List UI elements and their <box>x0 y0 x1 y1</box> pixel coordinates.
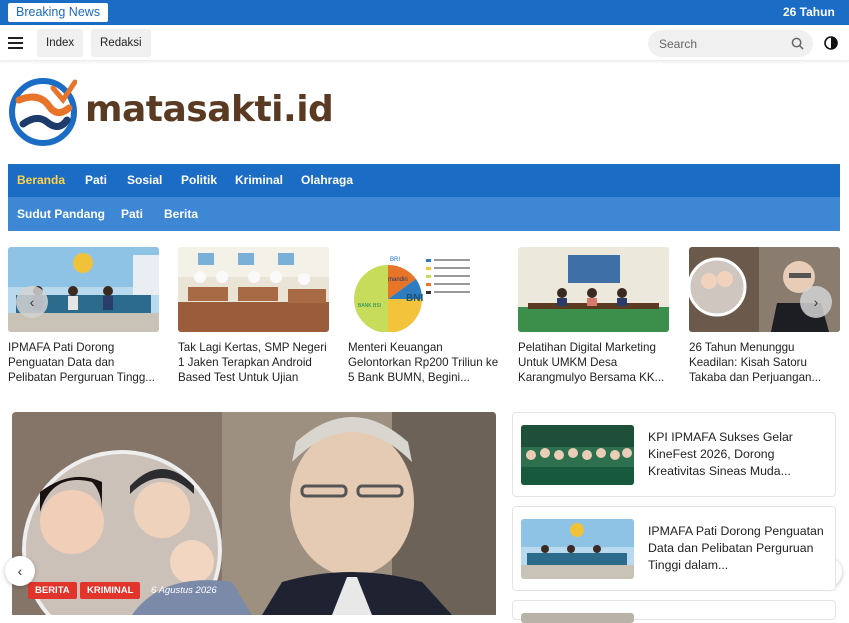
nav-item-pati[interactable]: Pati <box>85 164 107 197</box>
article-title[interactable]: Menteri Keuangan Gelontorkan Rp200 Trili… <box>348 340 499 385</box>
carousel-next-button[interactable]: › <box>800 286 832 318</box>
subnav-item-pati[interactable]: Pati <box>121 197 143 231</box>
pie-label-bsi: BANK BSI <box>358 303 382 309</box>
breaking-news-label: Breaking News <box>8 3 109 22</box>
article-thumbnail[interactable]: BNI BRI mandiri BANK BSI <box>348 247 499 332</box>
hero-prev-button[interactable]: ‹ <box>5 556 35 586</box>
article-title[interactable]: Tak Lagi Kertas, SMP Negeri 1 Jaken Tera… <box>178 340 329 385</box>
carousel-card[interactable]: BNI BRI mandiri BANK BSI Menteri Keuanga… <box>348 247 499 385</box>
nav-item-olahraga[interactable]: Olahraga <box>301 164 353 197</box>
nav-item-kriminal[interactable]: Kriminal <box>235 164 283 197</box>
carousel-prev-button[interactable]: ‹ <box>16 286 48 318</box>
article-title[interactable]: IPMAFA Pati Dorong Penguatan Data dan Pe… <box>648 523 830 575</box>
main-navigation: Beranda Pati Sosial Politik Kriminal Ola… <box>8 164 840 197</box>
breaking-news-ticker[interactable]: 26 Tahun <box>783 0 841 25</box>
article-thumbnail[interactable] <box>178 247 329 332</box>
article-title[interactable]: KPI IPMAFA Sukses Gelar KineFest 2026, D… <box>648 429 830 481</box>
search-icon[interactable] <box>791 37 804 50</box>
search-input[interactable] <box>659 30 779 57</box>
article-title[interactable]: IPMAFA Pati Dorong Penguatan Data dan Pe… <box>8 340 159 385</box>
article-thumbnail[interactable] <box>521 425 634 485</box>
article-thumbnail[interactable] <box>521 519 634 579</box>
article-title[interactable]: Pelatihan Digital Marketing Untuk UMKM D… <box>518 340 669 385</box>
nav-link-index[interactable]: Index <box>37 29 84 57</box>
brand-name: matasakti.id <box>85 89 334 130</box>
subnav-item-berita[interactable]: Berita <box>164 197 198 231</box>
brand-mark-icon <box>9 78 77 146</box>
side-article[interactable]: IPMAFA Pati Dorong Penguatan Data dan Pe… <box>512 506 836 591</box>
side-article[interactable]: KPI IPMAFA Sukses Gelar KineFest 2026, D… <box>512 412 836 497</box>
nav-item-politik[interactable]: Politik <box>181 164 217 197</box>
subnav-item-sudut-pandang[interactable]: Sudut Pandang <box>17 197 105 231</box>
carousel-card[interactable]: Pelatihan Digital Marketing Untuk UMKM D… <box>518 247 669 385</box>
top-navigation: Index Redaksi <box>0 25 849 61</box>
menu-icon[interactable] <box>8 37 23 49</box>
breaking-news-bar: Breaking News 26 Tahun <box>0 0 849 25</box>
dark-mode-toggle-icon[interactable] <box>824 36 838 50</box>
article-title[interactable]: 26 Tahun Menunggu Keadilan: Kisah Satoru… <box>689 340 840 385</box>
side-article[interactable] <box>512 600 836 623</box>
pie-label-mandiri: mandiri <box>388 277 408 283</box>
sub-navigation: Sudut Pandang Pati Berita <box>8 197 840 231</box>
carousel-card[interactable]: Tak Lagi Kertas, SMP Negeri 1 Jaken Tera… <box>178 247 329 385</box>
nav-item-beranda[interactable]: Beranda <box>17 164 65 197</box>
site-logo[interactable]: matasakti.id <box>9 78 334 146</box>
search-box <box>648 30 813 57</box>
nav-link-redaksi[interactable]: Redaksi <box>91 29 151 57</box>
tag-berita[interactable]: BERITA <box>28 582 77 599</box>
hero-article[interactable]: BERITA KRIMINAL 6 Agustus 2026 <box>12 412 496 615</box>
nav-item-sosial[interactable]: Sosial <box>127 164 162 197</box>
tag-kriminal[interactable]: KRIMINAL <box>80 582 141 599</box>
hero-date: 6 Agustus 2026 <box>151 585 217 596</box>
article-thumbnail[interactable] <box>518 247 669 332</box>
pie-label-bri: BRI <box>390 257 401 263</box>
pie-label-bni: BNI <box>406 293 424 304</box>
